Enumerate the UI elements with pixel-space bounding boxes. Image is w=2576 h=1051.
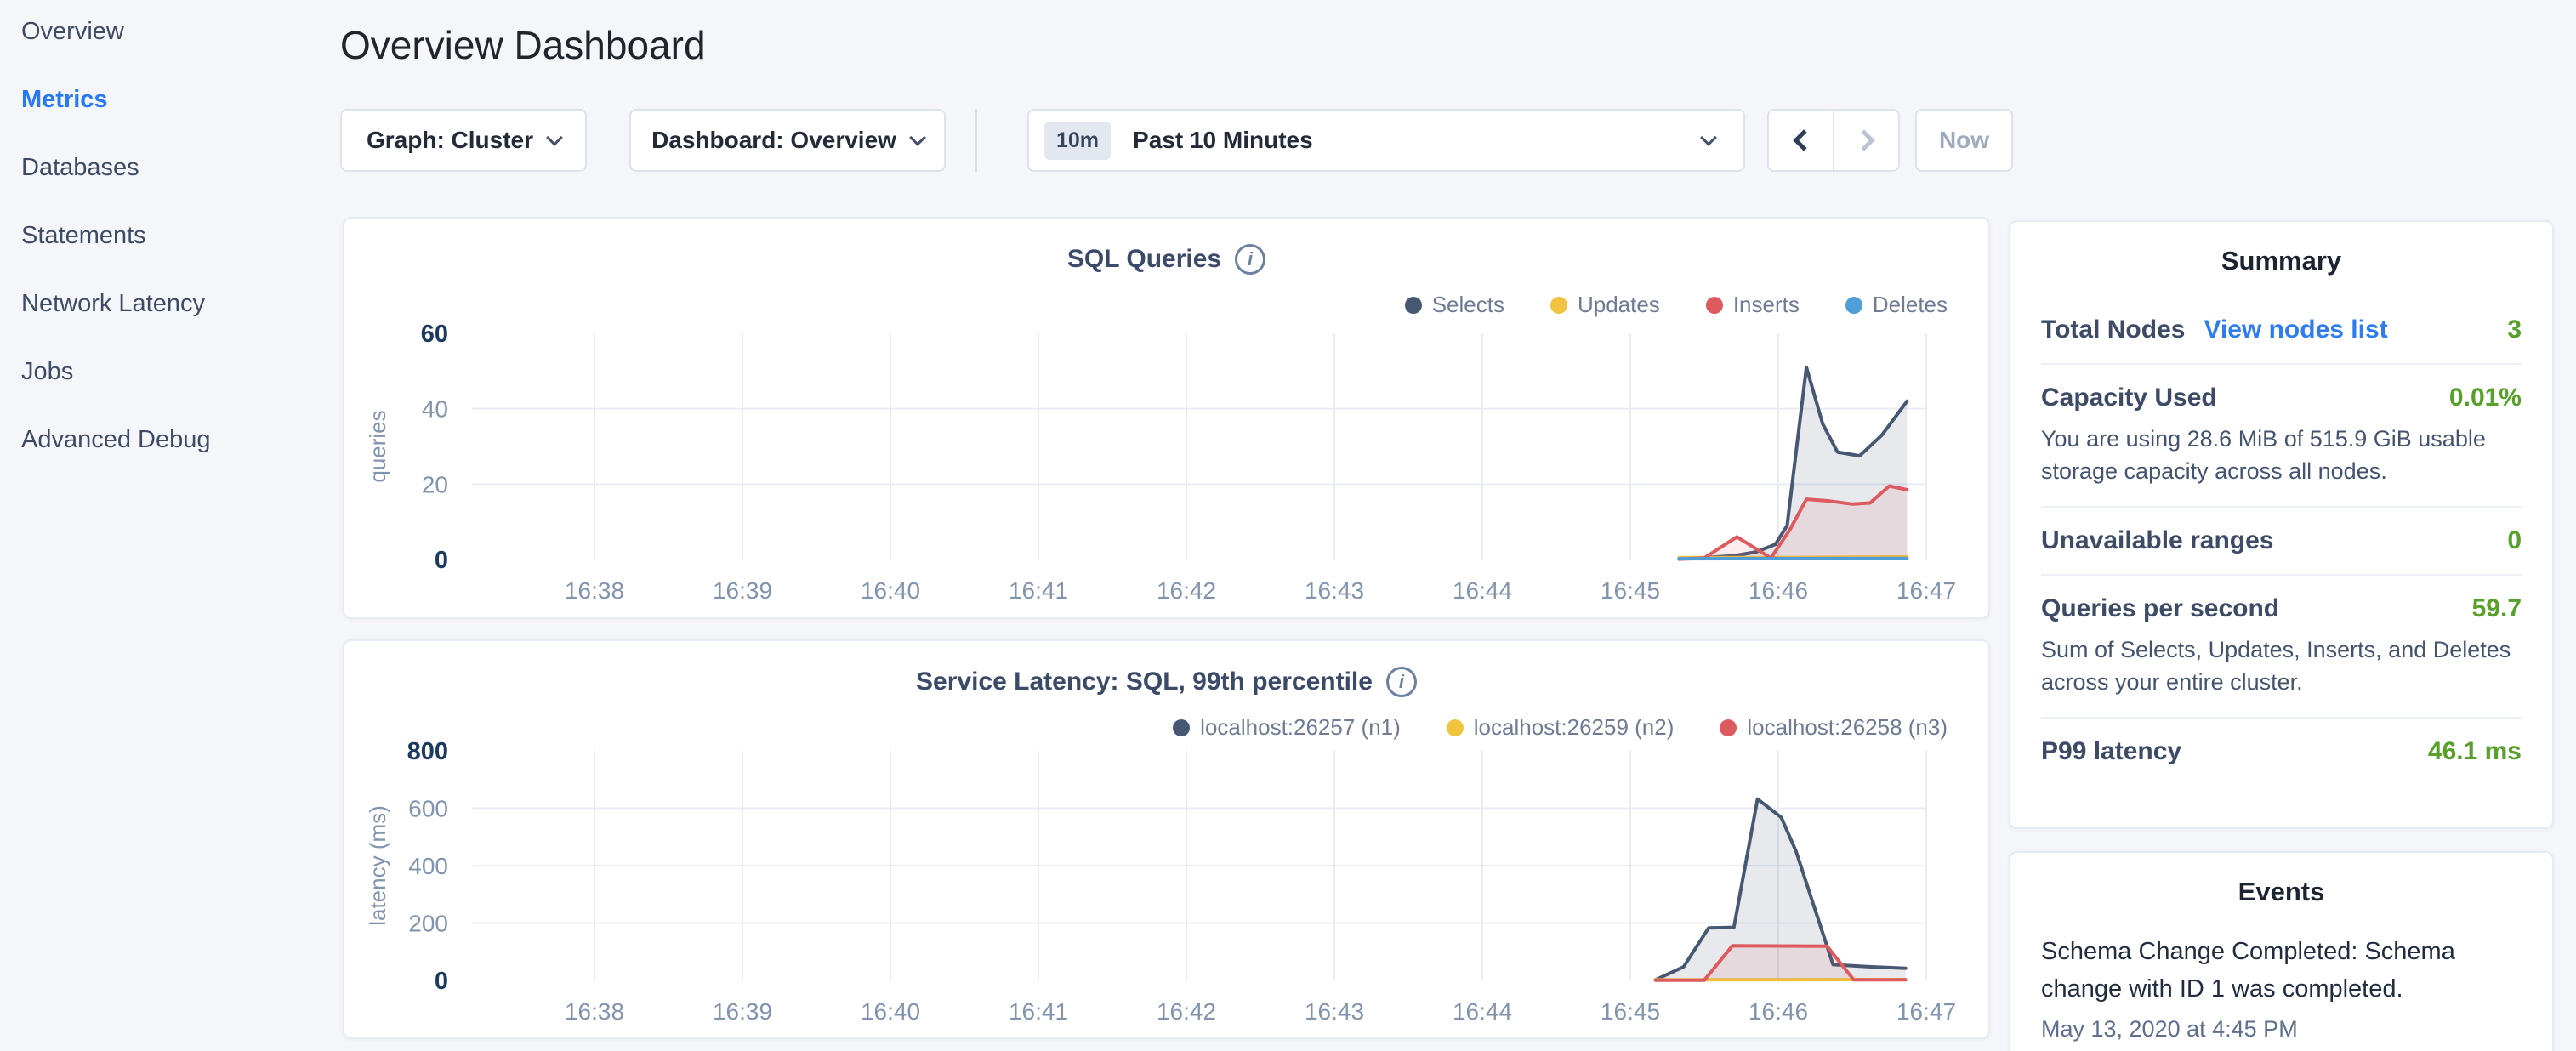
y-tick-label: 200	[408, 911, 448, 937]
x-tick-label: 16:39	[713, 577, 772, 604]
summary-title: Summary	[2041, 246, 2522, 276]
summary-row-unavailable-ranges: Unavailable ranges 0	[2041, 508, 2522, 576]
sql-queries-chart-card: SQL Queries i SelectsUpdatesInsertsDelet…	[343, 217, 1990, 619]
time-back-button[interactable]	[1769, 111, 1833, 170]
x-tick-label: 16:46	[1749, 998, 1808, 1025]
p99-latency-label: P99 latency	[2041, 737, 2181, 766]
x-tick-label: 16:40	[861, 577, 920, 604]
capacity-used-description: You are using 28.6 MiB of 515.9 GiB usab…	[2041, 423, 2522, 487]
y-tick-label: 600	[408, 796, 448, 822]
view-nodes-list-link[interactable]: View nodes list	[2204, 315, 2387, 344]
x-tick-label: 16:38	[565, 998, 624, 1025]
y-axis-unit-label: queries	[365, 410, 390, 482]
x-tick-label: 16:44	[1453, 577, 1512, 604]
capacity-used-value: 0.01%	[2449, 383, 2522, 412]
y-axis-unit-label: latency (ms)	[365, 805, 390, 926]
sidebar-nav: Overview Metrics Databases Statements Ne…	[21, 19, 211, 452]
x-tick-label: 16:39	[713, 998, 772, 1025]
chevron-right-icon	[1853, 129, 1874, 151]
qps-label: Queries per second	[2041, 594, 2279, 623]
time-range-label: Past 10 Minutes	[1133, 127, 1313, 154]
y-tick-label: 0	[435, 968, 448, 995]
chevron-left-icon	[1793, 129, 1814, 151]
x-tick-label: 16:44	[1453, 998, 1512, 1025]
x-tick-label: 16:43	[1305, 998, 1364, 1025]
sidebar-item-statements[interactable]: Statements	[21, 223, 211, 248]
time-pager	[1767, 109, 1900, 172]
page-title: Overview Dashboard	[340, 22, 706, 68]
summary-row-qps: Queries per second 59.7 Sum of Selects, …	[2041, 576, 2522, 719]
service-latency-chart-card: Service Latency: SQL, 99th percentile i …	[343, 639, 1990, 1039]
y-tick-label: 400	[408, 853, 448, 879]
x-tick-label: 16:42	[1157, 998, 1216, 1025]
y-tick-label: 20	[422, 471, 448, 497]
sidebar-item-jobs[interactable]: Jobs	[21, 359, 211, 384]
y-tick-label: 800	[407, 738, 448, 765]
summary-row-total-nodes: Total Nodes View nodes list 3	[2041, 297, 2522, 365]
now-button-label: Now	[1939, 127, 1989, 154]
db-console-app: Overview Metrics Databases Statements Ne…	[0, 0, 2576, 1051]
service-latency-chart[interactable]: 16:38 16:39 16:40 16:41 16:42 16:43 16:44 16:45…	[344, 641, 1992, 1041]
events-panel: Events Schema Change Completed: Schema c…	[2009, 851, 2554, 1051]
sidebar-item-databases[interactable]: Databases	[21, 155, 211, 180]
x-tick-label: 16:47	[1896, 998, 1956, 1025]
x-tick-label: 16:45	[1601, 998, 1660, 1025]
x-tick-label: 16:45	[1601, 577, 1660, 604]
qps-value: 59.7	[2472, 594, 2522, 623]
sidebar-item-advanced-debug[interactable]: Advanced Debug	[21, 427, 211, 452]
summary-row-capacity: Capacity Used 0.01% You are using 28.6 M…	[2041, 365, 2522, 508]
total-nodes-label: Total Nodes	[2041, 315, 2185, 344]
sidebar-item-overview[interactable]: Overview	[21, 19, 211, 44]
total-nodes-value: 3	[2507, 315, 2522, 344]
now-button[interactable]: Now	[1915, 109, 2013, 172]
event-message[interactable]: Schema Change Completed: Schema change w…	[2041, 933, 2522, 1008]
sidebar-item-metrics[interactable]: Metrics	[21, 87, 211, 112]
x-tick-label: 16:43	[1305, 577, 1364, 604]
sql-queries-chart[interactable]: 16:38 16:39 16:40 16:41 16:42 16:43 16:44 16:45…	[344, 219, 1992, 621]
y-tick-label: 40	[422, 396, 448, 423]
unavailable-ranges-value: 0	[2507, 526, 2522, 555]
p99-latency-value: 46.1 ms	[2428, 737, 2522, 766]
sidebar-item-network-latency[interactable]: Network Latency	[21, 291, 211, 316]
dashboard-label: Dashboard: Overview	[651, 127, 896, 154]
graph-scope-dropdown[interactable]: Graph: Cluster	[340, 109, 587, 172]
time-range-dropdown[interactable]: 10m Past 10 Minutes	[1027, 109, 1745, 172]
x-tick-label: 16:41	[1009, 577, 1068, 604]
events-title: Events	[2041, 877, 2522, 907]
dashboard-dropdown[interactable]: Dashboard: Overview	[629, 109, 946, 172]
qps-description: Sum of Selects, Updates, Inserts, and De…	[2041, 633, 2522, 698]
unavailable-ranges-label: Unavailable ranges	[2041, 526, 2273, 555]
chevron-down-icon	[1700, 129, 1717, 146]
x-tick-label: 16:47	[1896, 577, 1956, 604]
y-tick-label: 60	[421, 321, 448, 348]
controls-divider	[975, 109, 977, 172]
summary-row-p99: P99 latency 46.1 ms	[2041, 719, 2522, 785]
event-timestamp: May 13, 2020 at 4:45 PM	[2041, 1016, 2522, 1042]
x-tick-label: 16:42	[1157, 577, 1216, 604]
y-tick-label: 0	[435, 547, 448, 574]
summary-panel: Summary Total Nodes View nodes list 3 Ca…	[2009, 220, 2554, 829]
chevron-down-icon	[546, 129, 563, 146]
chevron-down-icon	[909, 129, 926, 146]
time-forward-button[interactable]	[1833, 111, 1898, 170]
capacity-used-label: Capacity Used	[2041, 383, 2217, 412]
x-tick-label: 16:46	[1749, 577, 1808, 604]
x-tick-label: 16:38	[565, 577, 624, 604]
x-tick-label: 16:41	[1009, 998, 1068, 1025]
time-range-badge: 10m	[1044, 122, 1111, 160]
graph-scope-label: Graph: Cluster	[367, 127, 533, 154]
x-tick-label: 16:40	[861, 998, 920, 1025]
